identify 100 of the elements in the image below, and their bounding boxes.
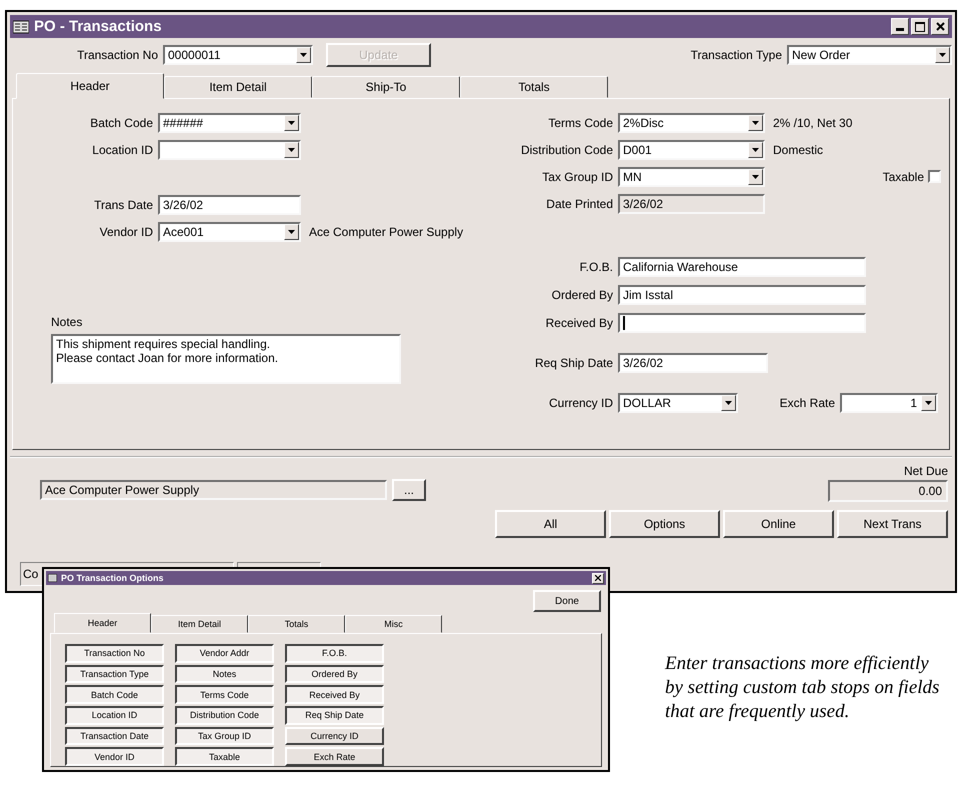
read-only-field: 3/26/02: [618, 194, 765, 214]
notes-field[interactable]: This shipment requires special handling. Please contact Joan for more information.: [51, 334, 401, 384]
dropdown-button[interactable]: [296, 47, 311, 63]
toggle-button[interactable]: Terms Code: [175, 685, 274, 704]
dropdown-button[interactable]: [935, 47, 950, 63]
minimize-button[interactable]: [891, 18, 909, 35]
description-text: Domestic: [773, 142, 824, 156]
dropdown-field[interactable]: New Order: [787, 45, 952, 65]
dropdown-button[interactable]: [921, 394, 936, 410]
close-button[interactable]: [592, 572, 604, 584]
field-label: Ordered By: [550, 288, 613, 302]
field-label: Req Ship Date: [534, 356, 613, 370]
toggle-button[interactable]: Transaction No: [65, 644, 164, 663]
dropdown-button[interactable]: [284, 224, 299, 240]
done-button[interactable]: Done: [533, 590, 601, 612]
caret-icon: [288, 120, 295, 124]
caret-icon: [288, 148, 295, 152]
field-label: Vendor ID: [98, 224, 153, 238]
caption-text: Enter transactions more efficiently by setting custom tab stops on fields that are frequently used.: [665, 652, 940, 724]
field-label: F.O.B.: [578, 260, 613, 274]
dropdown-field[interactable]: 2%Disc: [618, 112, 765, 132]
caret-icon: [288, 230, 295, 234]
toggle-button[interactable]: Location ID: [65, 706, 164, 725]
input-field[interactable]: 3/26/02: [618, 352, 768, 372]
field-label: Trans Date: [93, 198, 153, 212]
net-due-field: 0.00: [828, 480, 948, 502]
toggle-button[interactable]: Taxable: [175, 747, 274, 766]
app-icon: [48, 574, 57, 582]
action-button[interactable]: Options: [609, 510, 720, 538]
dropdown-field[interactable]: ######: [158, 112, 301, 132]
dropdown-field[interactable]: D001: [618, 140, 765, 160]
toggle-button[interactable]: Req Ship Date: [285, 706, 384, 725]
dropdown-field[interactable]: DOLLAR: [618, 392, 738, 412]
net-due-label: Net Due: [904, 464, 948, 480]
input-field[interactable]: 3/26/02: [158, 194, 301, 214]
field-label: Terms Code: [547, 116, 613, 130]
caret-icon: [725, 400, 732, 404]
action-button[interactable]: Next Trans: [837, 510, 948, 538]
toggle-button[interactable]: Received By: [285, 685, 384, 704]
tab[interactable]: Header: [54, 613, 151, 633]
dropdown-field[interactable]: Ace001: [158, 222, 301, 242]
field-label: Tax Group ID: [541, 170, 613, 184]
tab[interactable]: Item Detail: [164, 76, 312, 98]
browse-button[interactable]: ...: [392, 479, 426, 501]
close-icon: [595, 575, 601, 581]
tab[interactable]: Misc: [345, 615, 442, 633]
toggle-button[interactable]: F.O.B.: [285, 644, 384, 663]
tab[interactable]: Header: [16, 73, 164, 99]
dropdown-field[interactable]: 00000011: [163, 45, 313, 65]
toggle-button[interactable]: Exch Rate: [285, 747, 384, 766]
dropdown-button[interactable]: [748, 142, 763, 158]
toggle-button[interactable]: Currency ID: [285, 726, 384, 746]
vendor-name-field: Ace Computer Power Supply: [40, 480, 387, 500]
caret-icon: [752, 174, 759, 178]
dropdown-field[interactable]: MN: [618, 166, 765, 186]
checkbox-label: Taxable: [882, 170, 924, 184]
toggle-button[interactable]: Distribution Code: [175, 706, 274, 725]
close-icon: [936, 22, 944, 31]
field-label: Batch Code: [89, 116, 153, 130]
toggle-button[interactable]: Transaction Type: [65, 664, 164, 684]
window-title: PO - Transactions: [34, 18, 162, 35]
caret-icon: [300, 53, 307, 57]
input-field[interactable]: California Warehouse: [618, 256, 866, 276]
dialog-title: PO Transaction Options: [61, 573, 164, 583]
caret-icon: [752, 148, 759, 152]
field-label: Exch Rate: [778, 396, 835, 410]
tab[interactable]: Item Detail: [151, 615, 248, 633]
toggle-button[interactable]: Vendor ID: [65, 747, 164, 766]
tab[interactable]: Totals: [248, 615, 345, 633]
dropdown-button[interactable]: [284, 142, 299, 158]
dropdown-field[interactable]: [158, 140, 301, 160]
toggle-button[interactable]: Notes: [175, 664, 274, 684]
tab[interactable]: Ship-To: [312, 76, 460, 98]
dropdown-button[interactable]: [284, 114, 299, 130]
notes-label: Notes: [51, 315, 82, 329]
field-label: Received By: [544, 316, 613, 330]
dropdown-button[interactable]: [748, 114, 763, 130]
description-text: Ace Computer Power Supply: [309, 224, 464, 238]
toggle-button[interactable]: Ordered By: [285, 664, 384, 684]
checkbox[interactable]: [928, 170, 941, 183]
toggle-button[interactable]: Vendor Addr: [175, 644, 274, 663]
dropdown-button[interactable]: [721, 394, 736, 410]
input-field[interactable]: [618, 312, 866, 332]
close-button[interactable]: [931, 18, 949, 35]
action-button[interactable]: Online: [723, 510, 834, 538]
toggle-button[interactable]: Transaction Date: [65, 726, 164, 746]
maximize-button[interactable]: [911, 18, 929, 35]
app-icon: [13, 20, 29, 34]
toggle-button[interactable]: Batch Code: [65, 685, 164, 704]
action-button[interactable]: All: [495, 510, 606, 538]
dropdown-button[interactable]: [748, 168, 763, 184]
maximize-icon: [915, 22, 925, 32]
field-label: Transaction Type: [690, 48, 782, 62]
input-field[interactable]: Jim Isstal: [618, 284, 866, 304]
dropdown-field[interactable]: 1: [840, 392, 938, 412]
caret-icon: [925, 400, 932, 404]
caret-icon: [939, 53, 946, 57]
toggle-button[interactable]: Tax Group ID: [175, 726, 274, 746]
field-label: Transaction No: [76, 48, 158, 62]
tab[interactable]: Totals: [460, 76, 608, 98]
